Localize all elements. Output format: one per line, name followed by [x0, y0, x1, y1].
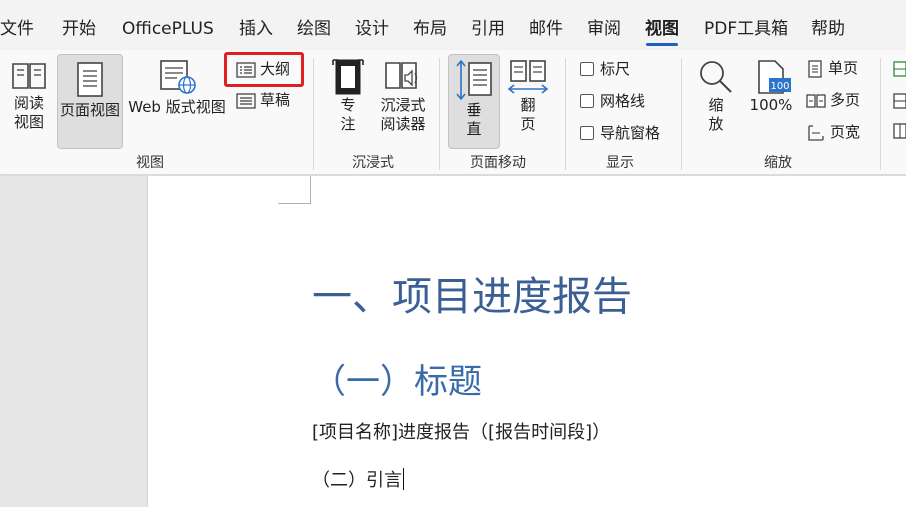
- zoom-label-2: 放: [708, 115, 724, 133]
- side-to-side-icon: [507, 60, 549, 94]
- menu-references[interactable]: 引用: [471, 18, 505, 40]
- page-corner-mark: [310, 176, 311, 204]
- document-heading-2[interactable]: （一）标题: [312, 354, 482, 403]
- focus-label-2: 注: [340, 115, 356, 133]
- focus-button[interactable]: 专 注: [326, 58, 370, 148]
- menu-bar: 文件 开始 OfficePLUS 插入 绘图 设计 布局 引用 邮件 审阅 视图…: [0, 0, 906, 50]
- menu-file[interactable]: 文件: [0, 18, 34, 40]
- print-layout-label: 页面视图: [59, 101, 120, 119]
- immersive-reader-button[interactable]: 沉浸式 阅读器: [376, 58, 430, 148]
- zoom-100-icon-text: 100: [770, 81, 789, 92]
- side-to-side-button[interactable]: 翻 页: [505, 58, 551, 148]
- focus-label-1: 专: [340, 96, 356, 114]
- focus-icon: [332, 59, 364, 95]
- page-width-label: 页宽: [830, 123, 861, 141]
- document-heading-1[interactable]: 一、项目进度报告: [312, 264, 632, 322]
- nav-pane-checkbox[interactable]: 导航窗格: [580, 123, 660, 143]
- zoom-100-label: 100%: [749, 96, 793, 114]
- group-separator: [439, 58, 440, 170]
- window-group-icons[interactable]: [892, 58, 906, 148]
- one-page-button[interactable]: 单页: [806, 56, 858, 80]
- menu-insert[interactable]: 插入: [239, 18, 273, 40]
- multiple-pages-label: 多页: [830, 91, 861, 109]
- zoom-label-1: 缩: [708, 96, 724, 114]
- group-separator: [565, 58, 566, 170]
- side-to-side-label-2: 页: [520, 115, 536, 133]
- read-mode-label-2: 视图: [13, 113, 44, 131]
- read-mode-button[interactable]: 阅读 视图: [4, 58, 54, 148]
- group-separator: [313, 58, 314, 170]
- ruler-label: 标尺: [600, 60, 631, 78]
- menu-officeplus[interactable]: OfficePLUS: [122, 18, 214, 40]
- group-label-show: 显示: [606, 155, 634, 171]
- text-cursor: [403, 468, 404, 490]
- vertical-scroll-icon: [456, 59, 492, 101]
- page-icon: [77, 62, 103, 97]
- web-layout-label: Web 版式视图: [128, 98, 226, 116]
- document-paragraph-2[interactable]: （二）引言: [312, 466, 404, 492]
- vertical-scroll-button[interactable]: 垂 直: [448, 54, 500, 149]
- vertical-label-1: 垂: [466, 101, 482, 119]
- document-margin: [0, 176, 147, 507]
- document-page[interactable]: [147, 176, 906, 507]
- menu-mailings[interactable]: 邮件: [529, 18, 563, 40]
- page-corner-mark: [278, 203, 311, 204]
- menu-draw[interactable]: 绘图: [297, 18, 331, 40]
- menu-design[interactable]: 设计: [355, 18, 389, 40]
- menu-layout[interactable]: 布局: [413, 18, 447, 40]
- draft-icon: [236, 92, 256, 109]
- zoom-button[interactable]: 缩 放: [694, 58, 738, 148]
- page-width-button[interactable]: 页宽: [806, 120, 860, 144]
- book-icon: [12, 63, 46, 89]
- web-layout-button[interactable]: Web 版式视图: [127, 58, 227, 148]
- nav-pane-checkbox-box[interactable]: [580, 126, 594, 140]
- group-label-immersive: 沉浸式: [352, 155, 394, 171]
- zoom-100-button[interactable]: 100 100%: [747, 58, 795, 128]
- group-separator: [880, 58, 881, 170]
- ruler-checkbox[interactable]: 标尺: [580, 59, 630, 79]
- document-paragraph-2-text: （二）引言: [312, 470, 402, 491]
- zoom-100-icon: 100: [758, 60, 791, 94]
- menu-help[interactable]: 帮助: [811, 18, 845, 40]
- draft-button[interactable]: 草稿: [236, 88, 290, 112]
- menu-pdf-toolbox[interactable]: PDF工具箱: [704, 18, 788, 40]
- side-to-side-label-1: 翻: [520, 96, 536, 114]
- document-paragraph[interactable]: [项目名称]进度报告（[报告时间段]）: [312, 418, 610, 444]
- magnifier-icon: [700, 61, 732, 93]
- nav-pane-label: 导航窗格: [600, 124, 661, 142]
- immersive-reader-label-1: 沉浸式: [380, 96, 426, 114]
- one-page-icon: [808, 59, 822, 78]
- gridlines-checkbox-box[interactable]: [580, 94, 594, 108]
- group-separator: [681, 58, 682, 170]
- menu-review[interactable]: 审阅: [587, 18, 621, 40]
- print-layout-button[interactable]: 页面视图: [57, 54, 123, 149]
- ruler-checkbox-box[interactable]: [580, 62, 594, 76]
- vertical-label-2: 直: [466, 120, 482, 138]
- immersive-reader-icon: [385, 62, 418, 89]
- group-label-zoom: 缩放: [764, 155, 792, 171]
- multiple-pages-button[interactable]: 多页: [806, 88, 860, 112]
- one-page-label: 单页: [828, 59, 859, 77]
- outline-highlight-box: [224, 52, 304, 87]
- page-width-icon: [808, 124, 824, 141]
- gridlines-checkbox[interactable]: 网格线: [580, 91, 645, 111]
- gridlines-label: 网格线: [600, 92, 646, 110]
- multiple-pages-icon: [806, 93, 826, 108]
- menu-home[interactable]: 开始: [62, 18, 96, 40]
- web-page-icon: [160, 60, 196, 94]
- ribbon: 阅读 视图 页面视图 Web 版式视图 大纲 草稿 视图 专 注 沉浸式 阅读器…: [0, 50, 906, 175]
- immersive-reader-label-2: 阅读器: [380, 115, 426, 133]
- group-label-views: 视图: [136, 155, 164, 171]
- group-label-page-movement: 页面移动: [470, 155, 526, 171]
- draft-label: 草稿: [260, 91, 291, 109]
- read-mode-label-1: 阅读: [13, 94, 44, 112]
- menu-view[interactable]: 视图: [645, 18, 679, 46]
